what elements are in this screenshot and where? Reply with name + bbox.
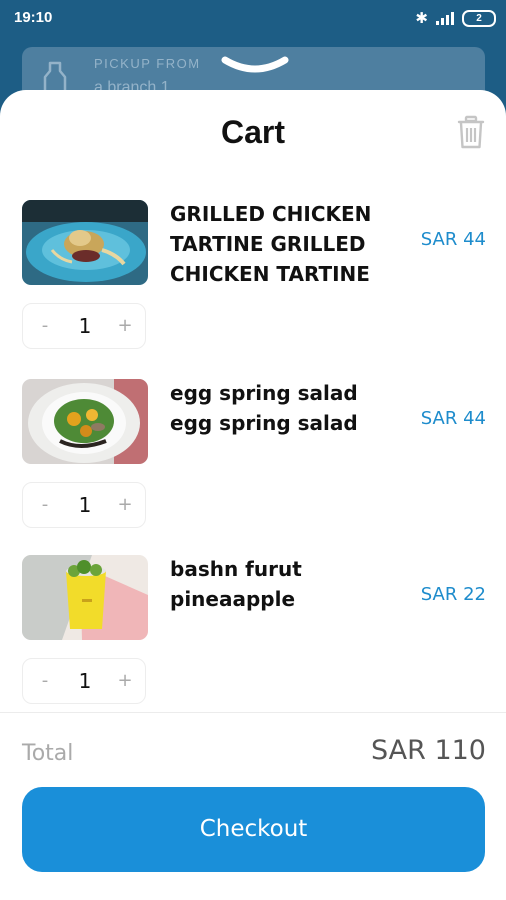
checkout-button[interactable]: Checkout: [22, 787, 485, 872]
quantity-stepper: - 1 +: [22, 482, 146, 528]
page-title: Cart: [220, 114, 285, 150]
battery-icon: 2: [462, 9, 496, 27]
trash-icon[interactable]: [456, 115, 486, 149]
item-name: egg spring salad egg spring salad: [170, 381, 358, 435]
cart-item: GRILLED CHICKEN TARTINE GRILLED CHICKEN …: [0, 200, 506, 360]
status-bar: 19:10 ✱ 2: [0, 0, 506, 38]
chevron-down-icon[interactable]: [221, 54, 289, 78]
item-name: bashn furut pineaapple: [170, 557, 302, 611]
item-image: [22, 200, 148, 285]
item-price: SAR 44: [420, 229, 486, 250]
increase-button[interactable]: +: [103, 483, 147, 527]
quantity-value: 1: [78, 493, 92, 517]
increase-button[interactable]: +: [103, 659, 147, 703]
decrease-button[interactable]: -: [23, 659, 67, 703]
item-price: SAR 22: [420, 584, 486, 605]
quantity-stepper: - 1 +: [22, 303, 146, 349]
divider: [0, 712, 506, 713]
decrease-button[interactable]: -: [23, 483, 67, 527]
quantity-value: 1: [78, 669, 92, 693]
item-image: [22, 555, 148, 640]
cart-item: bashn furut pineaapple SAR 22 - 1 +: [0, 555, 506, 715]
cart-sheet: Cart GRILLED CHICKEN TARTINE GRILLED CHI…: [0, 90, 506, 900]
item-price: SAR 44: [420, 408, 486, 429]
quantity-value: 1: [78, 314, 92, 338]
cart-item: egg spring salad egg spring salad SAR 44…: [0, 379, 506, 539]
pickup-label: PICKUP FROM: [94, 56, 201, 71]
item-image: [22, 379, 148, 464]
status-time: 19:10: [14, 9, 53, 26]
status-icons: ✱ 2: [415, 8, 496, 28]
decrease-button[interactable]: -: [23, 304, 67, 348]
total-value: SAR 110: [371, 735, 486, 766]
battery-level: 2: [476, 12, 482, 24]
increase-button[interactable]: +: [103, 304, 147, 348]
item-name: GRILLED CHICKEN TARTINE GRILLED CHICKEN …: [170, 202, 372, 286]
signal-icon: [436, 11, 454, 25]
total-label: Total: [22, 741, 74, 766]
quantity-stepper: - 1 +: [22, 658, 146, 704]
bluetooth-icon: ✱: [415, 9, 428, 27]
